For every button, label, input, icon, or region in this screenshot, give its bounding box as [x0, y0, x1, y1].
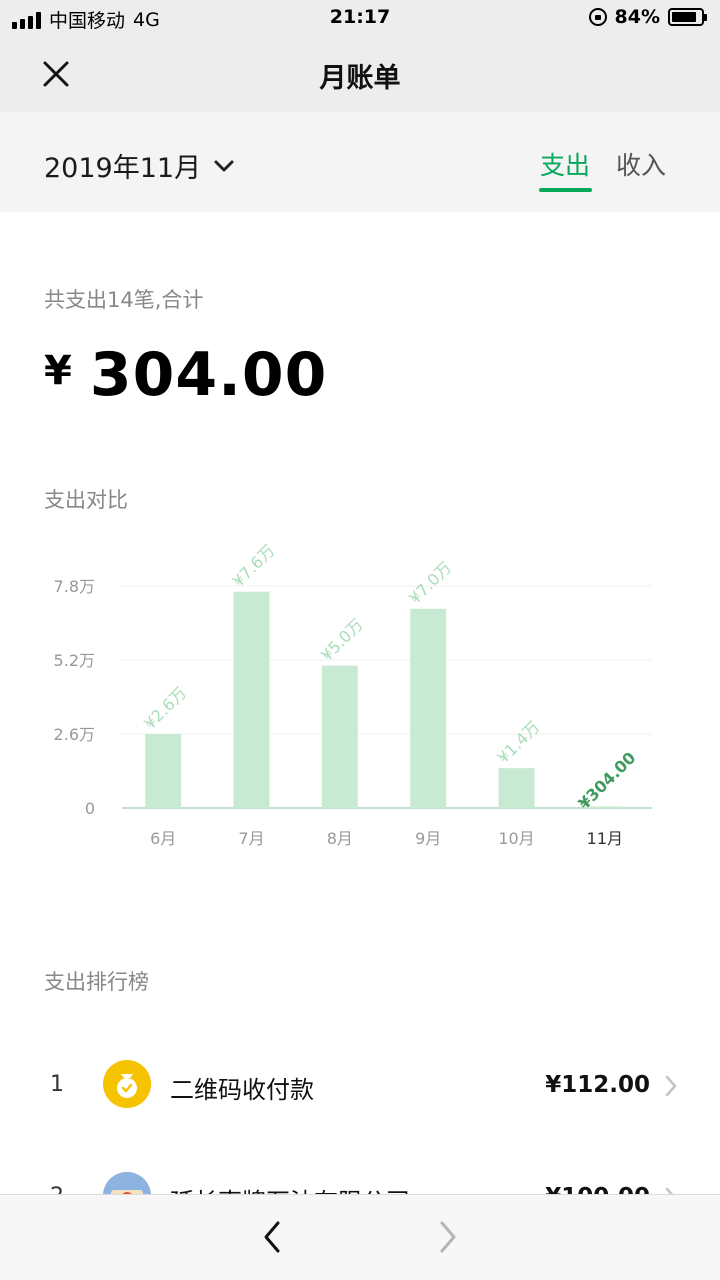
expense-bar-chart: 0 2.6万 5.2万 7.8万 ¥2.6万 6月 ¥7.6万 7月 ¥5.0万 8月 ¥7.0万 9… — [54, 541, 652, 848]
y-tick-label: 5.2万 — [54, 651, 95, 670]
active-tab-indicator — [539, 188, 592, 192]
status-bar: 中国移动 4G 21:17 84% — [0, 0, 720, 34]
total-amount: ¥ 304.00 — [44, 340, 327, 410]
y-tick-label: 2.6万 — [54, 725, 95, 744]
merchant-amount: ¥112.00 — [545, 1072, 650, 1098]
bar-value-label: ¥2.6万 — [140, 683, 190, 733]
month-picker[interactable]: 2019年11月 — [44, 146, 235, 185]
filter-bar: 2019年11月 支出 收入 — [0, 112, 720, 212]
total-value: 304.00 — [89, 340, 328, 410]
battery-fill — [672, 12, 696, 22]
y-tick-label: 0 — [85, 799, 95, 818]
bottom-toolbar — [0, 1194, 720, 1280]
bar — [410, 608, 447, 808]
x-tick-label: 10月 — [498, 829, 534, 848]
x-tick-label: 11月 — [587, 829, 623, 848]
bar — [145, 734, 182, 808]
bar-value-label: ¥5.0万 — [317, 615, 367, 665]
bar-value-label: ¥1.4万 — [494, 717, 544, 767]
rotation-lock-icon — [588, 8, 607, 26]
nav-bar: 月账单 — [0, 34, 720, 112]
monthly-bill-screen: 中国移动 4G 21:17 84% 月账单 2019年11月 支出 收入 共支出… — [0, 0, 720, 1280]
bar-value-label: ¥7.0万 — [405, 558, 455, 608]
battery-icon — [668, 8, 707, 26]
chevron-right-icon — [665, 1075, 677, 1097]
merchant-name: 二维码收付款 — [170, 1076, 314, 1104]
y-tick-label: 7.8万 — [54, 577, 95, 596]
ranking-item[interactable]: 1 二维码收付款 ¥112.00 — [0, 1034, 720, 1134]
tab-expense-label: 支出 — [540, 151, 591, 180]
bar-value-label: ¥304.00 — [574, 748, 639, 813]
x-tick-label: 7月 — [238, 829, 264, 848]
bar — [498, 768, 535, 808]
tab-expense[interactable]: 支出 — [539, 146, 592, 192]
page-title: 月账单 — [319, 63, 401, 94]
chevron-down-icon — [214, 160, 234, 171]
bar-value-label: ¥7.6万 — [229, 541, 279, 591]
tab-income-label: 收入 — [616, 151, 667, 180]
summary-caption: 共支出14笔,合计 — [44, 288, 204, 312]
forward-button[interactable] — [432, 1219, 462, 1255]
chart-section-title: 支出对比 — [44, 488, 128, 512]
chevron-right-icon — [440, 1221, 456, 1253]
x-tick-label: 8月 — [327, 829, 353, 848]
battery-percent: 84% — [614, 6, 660, 28]
chevron-left-icon — [264, 1221, 280, 1253]
money-bag-icon — [103, 1060, 151, 1108]
rank-number: 1 — [50, 1072, 64, 1097]
bar — [321, 665, 358, 808]
x-tick-label: 9月 — [415, 829, 441, 848]
bar — [233, 591, 270, 808]
tab-income[interactable]: 收入 — [616, 146, 666, 182]
back-button[interactable] — [258, 1219, 288, 1255]
x-tick-label: 6月 — [150, 829, 176, 848]
month-label: 2019年11月 — [44, 153, 202, 184]
ranking-title: 支出排行榜 — [44, 970, 149, 994]
currency-symbol: ¥ — [44, 348, 72, 394]
